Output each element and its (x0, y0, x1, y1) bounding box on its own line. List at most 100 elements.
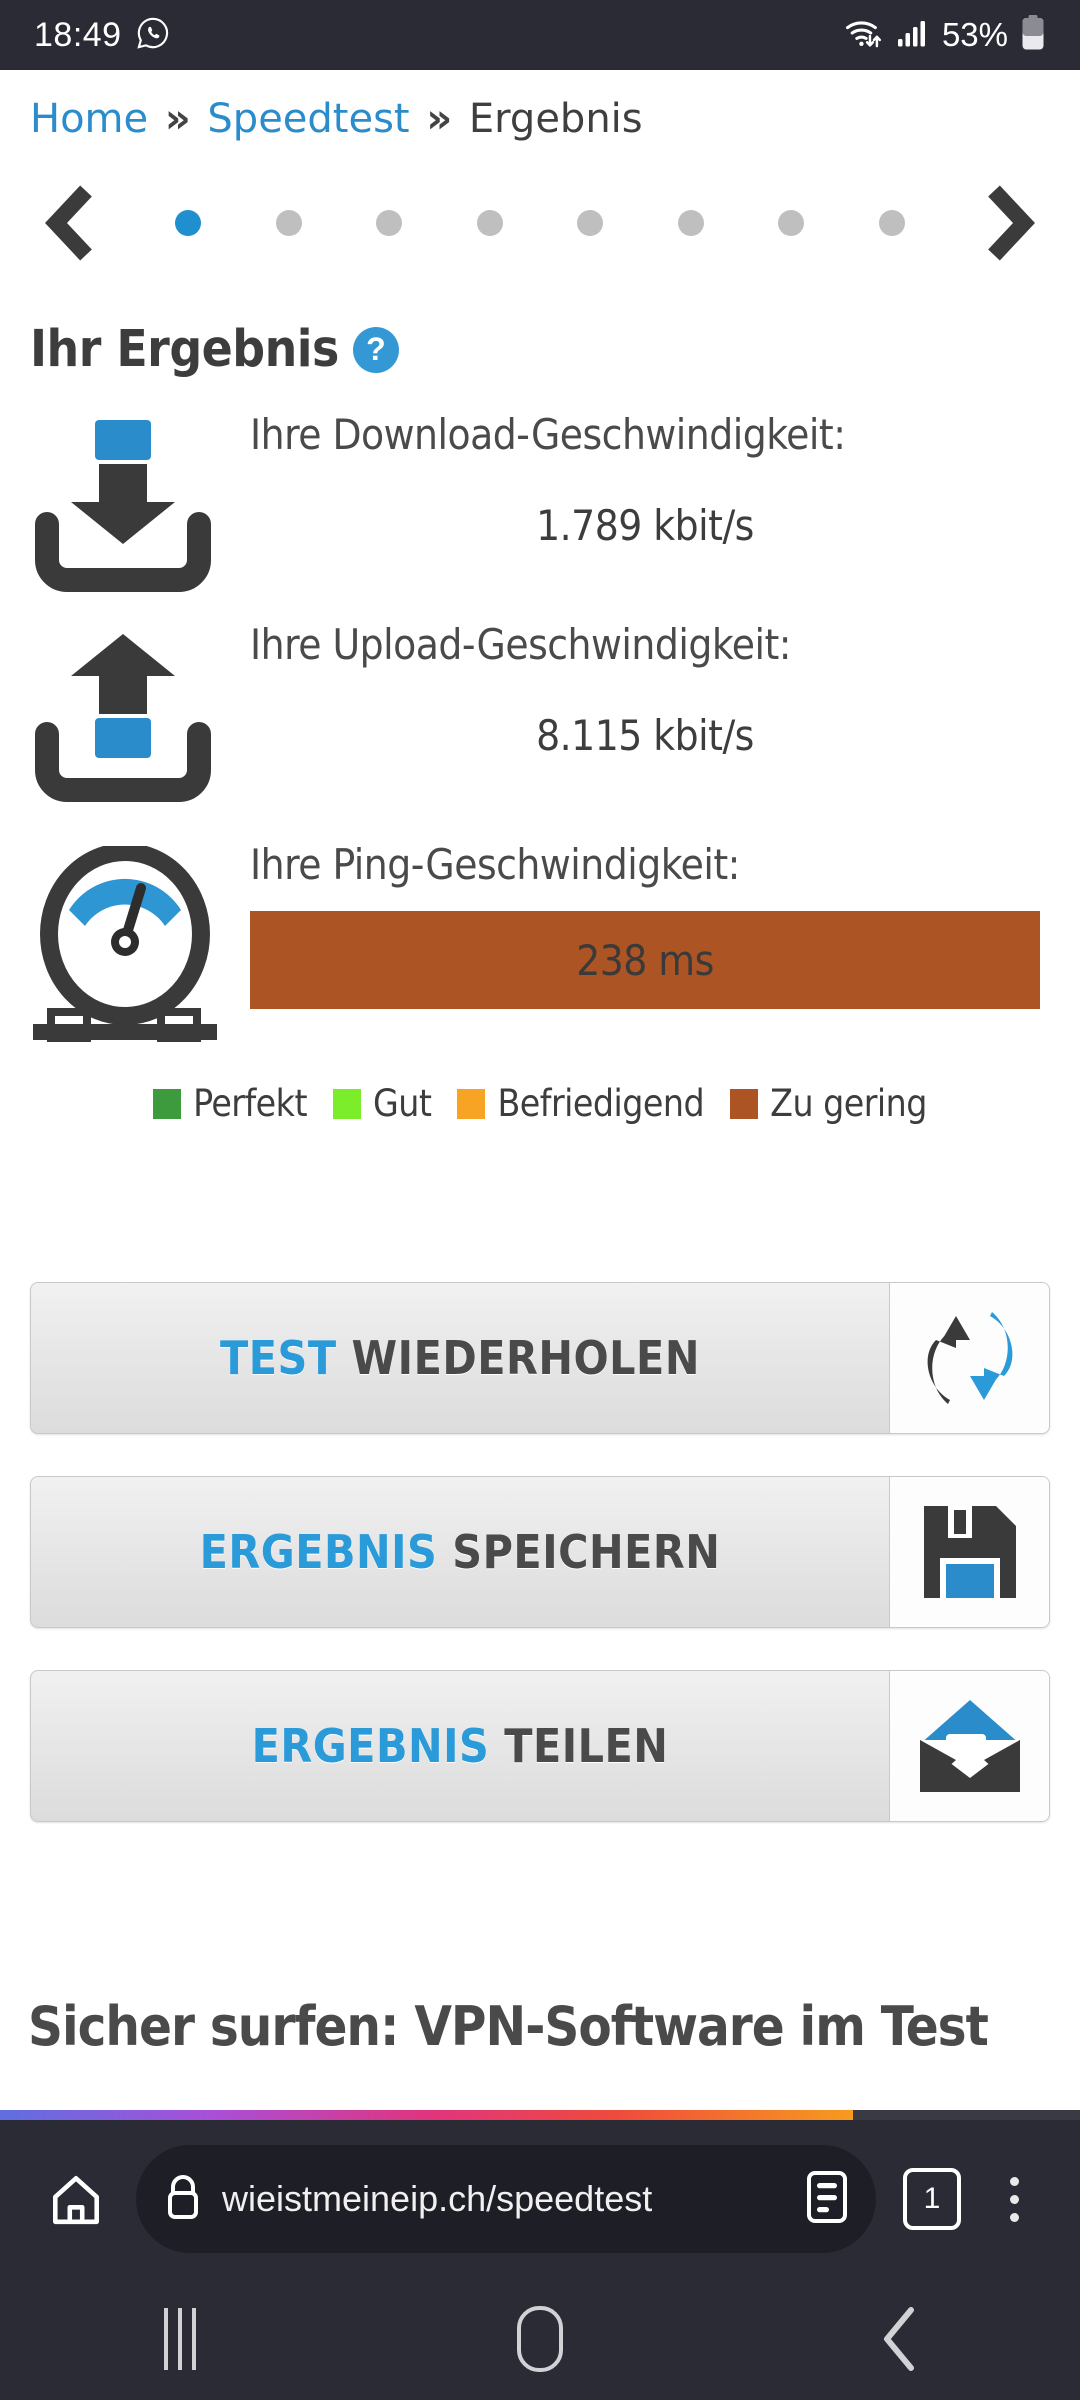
legend-item: Zu gering (730, 1082, 927, 1125)
share-result-label: ERGEBNIS TEILEN (31, 1671, 889, 1821)
chevron-left-icon[interactable] (42, 185, 98, 261)
legend-item: Gut (333, 1082, 432, 1125)
metric-upload-label: Ihre Upload-Geschwindigkeit: (250, 620, 792, 669)
breadcrumb-separator: » (426, 96, 453, 142)
battery-icon (1020, 14, 1046, 56)
pager-dot-1[interactable] (175, 210, 202, 236)
refresh-arrows-icon[interactable] (889, 1283, 1049, 1433)
share-result-accent: ERGEBNIS (251, 1719, 490, 1773)
breadcrumb-link-home[interactable]: Home (30, 96, 148, 142)
pager-dot-list (98, 210, 982, 236)
home-nav-glyph (517, 2306, 563, 2372)
repeat-test-label: TEST WIEDERHOLEN (31, 1283, 889, 1433)
back-icon[interactable] (720, 2306, 1080, 2372)
status-clock: 18:49 (34, 15, 122, 54)
save-result-rest: SPEICHERN (452, 1525, 721, 1579)
metric-download-value: 1.789 kbit/s (536, 501, 754, 550)
lock-icon (162, 2171, 204, 2228)
pager-dot-2[interactable] (275, 210, 302, 236)
metric-upload-value: 8.115 kbit/s (536, 711, 754, 760)
repeat-test-button[interactable]: TEST WIEDERHOLEN (30, 1282, 1050, 1434)
legend-label-perfekt: Perfekt (193, 1082, 307, 1125)
battery-percent-label: 53% (941, 16, 1008, 53)
pager-dot-5[interactable] (577, 210, 604, 236)
tab-counter-button[interactable]: 1 (888, 2168, 976, 2230)
legend-label-zu-gering: Zu gering (770, 1082, 927, 1125)
pager-dot-3[interactable] (376, 210, 403, 236)
legend-item: Perfekt (153, 1082, 307, 1125)
upload-icon (0, 620, 250, 806)
metric-ping-label: Ihre Ping-Geschwindigkeit: (250, 840, 740, 889)
cellular-signal-icon (896, 18, 930, 53)
status-bar: 18:49 53% (0, 0, 1080, 70)
legend-label-gut: Gut (373, 1082, 432, 1125)
recents-glyph (164, 2308, 196, 2370)
pager-dot-6[interactable] (677, 210, 704, 236)
url-bar[interactable]: wieistmeineip.ch/speedtest (136, 2145, 876, 2253)
save-result-label: ERGEBNIS SPEICHERN (31, 1477, 889, 1627)
repeat-test-rest: WIEDERHOLEN (351, 1331, 700, 1385)
metric-upload-text: Ihre Upload-Geschwindigkeit: 8.115 kbit/… (250, 620, 1080, 806)
action-button-list: TEST WIEDERHOLEN ERGEBNIS SPEICHERN ERGE… (0, 1282, 1080, 1864)
article-heading: Sicher surfen: VPN-Software im Test (28, 1995, 989, 2058)
pager-dot-8[interactable] (878, 210, 905, 236)
save-result-button[interactable]: ERGEBNIS SPEICHERN (30, 1476, 1050, 1628)
recents-icon[interactable] (0, 2308, 360, 2370)
legend-swatch-gut (333, 1088, 361, 1119)
page-title: Ihr Ergebnis (30, 320, 339, 379)
status-bar-right: 53% (842, 14, 1046, 56)
recents-bar (192, 2308, 196, 2370)
legend-swatch-befriedigend (457, 1088, 486, 1119)
carousel-pager (0, 178, 1080, 268)
url-text: wieistmeineip.ch/speedtest (222, 2178, 653, 2219)
whatsapp-icon (136, 16, 170, 55)
metric-ping-value: 238 ms (576, 935, 714, 985)
reader-mode-icon[interactable] (804, 2169, 850, 2230)
metric-upload: Ihre Upload-Geschwindigkeit: 8.115 kbit/… (0, 620, 1080, 806)
legend-item: Befriedigend (457, 1082, 705, 1125)
share-envelope-icon[interactable] (889, 1671, 1049, 1821)
pager-dot-7[interactable] (778, 210, 805, 236)
chevron-right-icon[interactable] (982, 185, 1038, 261)
quality-legend: Perfekt Gut Befriedigend Zu gering (0, 1082, 1080, 1125)
share-result-rest: TEILEN (504, 1719, 669, 1773)
ping-gauge-icon (0, 840, 250, 1046)
result-heading-row: Ihr Ergebnis ? (30, 320, 399, 379)
metric-download-text: Ihre Download-Geschwindigkeit: 1.789 kbi… (250, 410, 1080, 596)
pager-dot-4[interactable] (476, 210, 503, 236)
wifi-icon (842, 16, 884, 55)
page-load-progress-fill (0, 2110, 854, 2120)
floppy-disk-icon[interactable] (889, 1477, 1049, 1627)
recents-bar (178, 2308, 182, 2370)
browser-toolbar: wieistmeineip.ch/speedtest 1 (0, 2120, 1080, 2278)
breadcrumb: Home » Speedtest » Ergebnis (30, 96, 643, 142)
download-icon (0, 410, 250, 596)
breadcrumb-link-speedtest[interactable]: Speedtest (207, 96, 409, 142)
repeat-test-accent: TEST (220, 1331, 337, 1385)
share-result-button[interactable]: ERGEBNIS TEILEN (30, 1670, 1050, 1822)
home-nav-icon[interactable] (360, 2306, 720, 2372)
legend-label-befriedigend: Befriedigend (497, 1082, 705, 1125)
home-icon[interactable] (28, 2170, 124, 2228)
recents-bar (164, 2308, 168, 2370)
menu-dot (1009, 2212, 1019, 2222)
breadcrumb-separator: » (164, 96, 191, 142)
help-icon[interactable]: ? (352, 326, 399, 373)
phone-screen: 18:49 53% Home » Speedtest » Ergebnis Ih… (0, 0, 1080, 2400)
legend-swatch-zu-gering (730, 1088, 759, 1119)
tab-count-label: 1 (903, 2168, 961, 2230)
menu-dot (1009, 2194, 1019, 2204)
legend-swatch-perfekt (153, 1088, 182, 1119)
metric-ping-text: Ihre Ping-Geschwindigkeit: 238 ms (250, 840, 1080, 1046)
save-result-accent: ERGEBNIS (199, 1525, 438, 1579)
breadcrumb-current: Ergebnis (468, 96, 643, 142)
metric-download: Ihre Download-Geschwindigkeit: 1.789 kbi… (0, 410, 1080, 596)
ping-result-bar: 238 ms (250, 911, 1040, 1009)
menu-dot (1009, 2176, 1019, 2186)
metric-download-label: Ihre Download-Geschwindigkeit: (250, 410, 846, 459)
android-navigation-bar (0, 2278, 1080, 2400)
metric-ping: Ihre Ping-Geschwindigkeit: 238 ms (0, 840, 1080, 1046)
page-load-progress (0, 2110, 1080, 2120)
status-bar-left: 18:49 (34, 16, 170, 55)
overflow-menu-icon[interactable] (976, 2176, 1052, 2222)
